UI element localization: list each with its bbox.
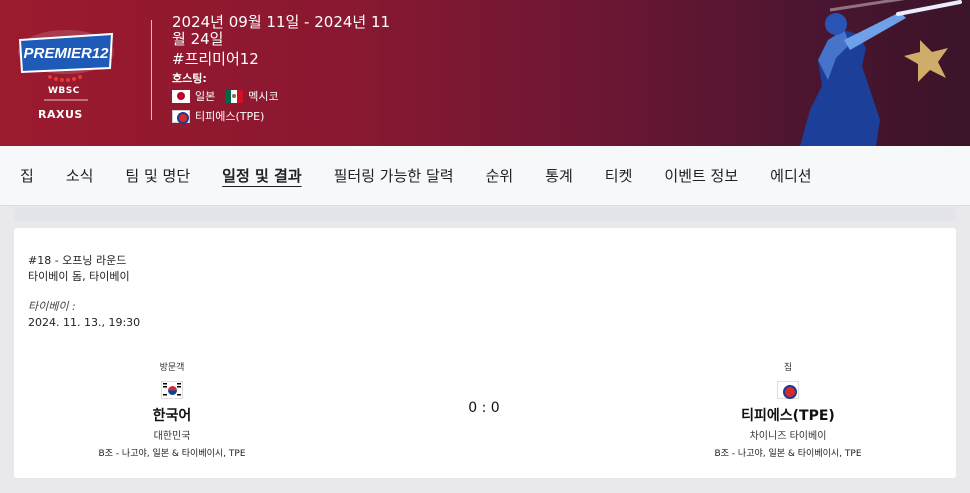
raxus-sponsor-label: RAXUS — [38, 108, 83, 121]
home-team[interactable]: 집 티피에스(TPE) 차이니즈 타이베이 B조 - 나고야, 일본 & 타이베… — [668, 360, 908, 459]
match-datetime: 2024. 11. 13., 19:30 — [28, 316, 141, 329]
tpe-flag-icon — [777, 381, 799, 399]
nav-event-info[interactable]: 이벤트 정보 — [664, 165, 738, 186]
nav-standings[interactable]: 순위 — [486, 165, 514, 186]
nav-teams-rosters[interactable]: 팀 및 명단 — [125, 165, 190, 186]
match-card[interactable]: #18 - 오프닝 라운드 타이베이 돔, 타이베이 타이베이 : 2024. … — [14, 228, 956, 478]
away-team-group: B조 - 나고야, 일본 & 타이베이시, TPE — [98, 449, 246, 459]
home-team-name: 티피에스(TPE) — [741, 408, 835, 424]
nav-filterable-calendar[interactable]: 필터링 가능한 달력 — [334, 165, 454, 186]
korea-flag-icon — [161, 381, 183, 399]
sub-bar — [14, 207, 956, 221]
main-nav: 집 소식 팀 및 명단 일정 및 결과 필터링 가능한 달력 순위 통계 티켓 … — [0, 146, 970, 206]
host-tpe: 티피에스(TPE) — [195, 110, 265, 123]
home-team-group: B조 - 나고야, 일본 & 타이베이시, TPE — [714, 449, 862, 459]
home-role-label: 집 — [783, 363, 793, 373]
away-team[interactable]: 방문객 한국어 대한민국 B조 - 나고야, 일본 & 타이베이시, TPE — [52, 360, 292, 459]
host-label: 호스팅: — [172, 72, 207, 85]
host-row-2: 티피에스(TPE) — [172, 108, 264, 124]
away-team-name: 한국어 — [152, 408, 192, 424]
premier12-logo[interactable]: PREMIER12 — [14, 22, 118, 122]
host-row-1: 일본 멕시코 — [172, 88, 279, 104]
home-team-country: 차이니즈 타이베이 — [749, 431, 827, 442]
match-score: 0 : 0 — [468, 400, 500, 416]
nav-tickets[interactable]: 티켓 — [605, 165, 633, 186]
host-japan: 일본 — [195, 90, 216, 103]
tpe-flag-icon — [172, 109, 190, 124]
svg-text:PREMIER12: PREMIER12 — [23, 45, 109, 62]
batter-illustration — [800, 0, 962, 146]
game-number: #18 - 오프닝 라운드 — [28, 254, 127, 267]
away-role-label: 방문객 — [159, 363, 185, 373]
local-time-label: 타이베이 : — [28, 300, 76, 313]
event-hashtag: #프리미어12 — [172, 50, 259, 68]
venue: 타이베이 돔, 타이베이 — [28, 270, 130, 283]
host-mexico: 멕시코 — [248, 90, 279, 103]
event-dates: 2024년 09월 11일 - 2024년 11월 24일 — [172, 13, 391, 48]
nav-editions[interactable]: 에디션 — [770, 165, 811, 186]
japan-flag-icon — [172, 89, 190, 103]
nav-home[interactable]: 집 — [20, 165, 34, 186]
header-divider — [151, 20, 152, 120]
event-banner: PREMIER12 WBSC RAXUS 2024년 09월 11일 - 202… — [0, 0, 970, 146]
wbsc-label: WBSC — [48, 86, 80, 96]
mexico-flag-icon — [225, 89, 244, 103]
nav-stats[interactable]: 통계 — [545, 165, 573, 186]
nav-news[interactable]: 소식 — [66, 165, 94, 186]
nav-schedule-results[interactable]: 일정 및 결과 — [222, 165, 301, 186]
away-team-country: 대한민국 — [153, 431, 191, 442]
